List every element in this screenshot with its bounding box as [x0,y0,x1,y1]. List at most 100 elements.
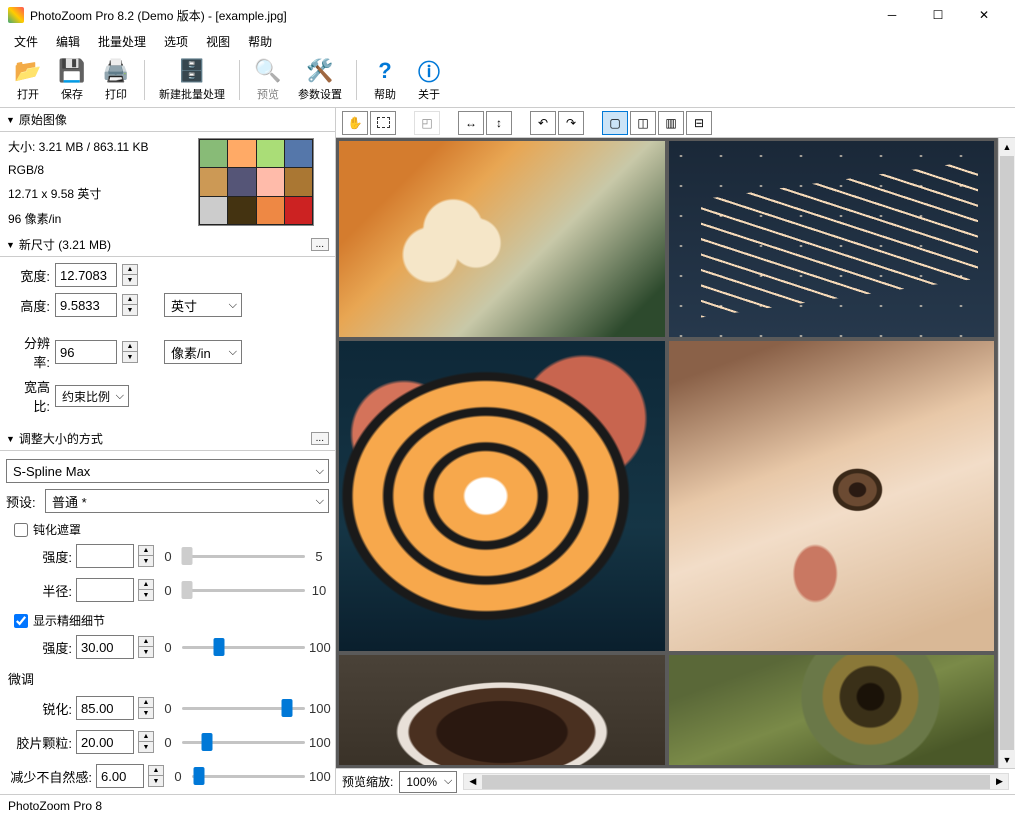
options-button[interactable]: ... [311,238,329,251]
menu-help[interactable]: 帮助 [240,31,280,52]
preview-button[interactable]: 🔍预览 [248,55,288,104]
view-split-h-button[interactable]: ▥ [658,111,684,135]
detail-intensity-label: 强度: [10,638,72,657]
unsharp-checkbox[interactable] [14,523,28,537]
height-spinner[interactable]: ▲▼ [122,294,138,316]
scroll-thumb[interactable] [1000,156,1014,750]
unsharp-radius-slider[interactable] [182,581,305,599]
detail-intensity-slider[interactable] [182,638,305,656]
menu-view[interactable]: 视图 [198,31,238,52]
params-button[interactable]: 🛠️参数设置 [292,55,348,104]
info-icon: ⓘ [415,57,443,85]
spinner[interactable]: ▲▼ [138,697,154,719]
aspect-combo[interactable]: 约束比例 [55,385,129,407]
thumbnail[interactable] [198,138,314,226]
original-size: 大小: 3.21 MB / 863.11 KB [8,138,198,155]
view-quad-button[interactable]: ⊟ [686,111,712,135]
grain-label: 胶片颗粒: [10,733,72,752]
width-spinner[interactable]: ▲▼ [122,264,138,286]
help-button[interactable]: ?帮助 [365,55,405,104]
window-title: PhotoZoom Pro 8.2 (Demo 版本) - [example.j… [30,7,869,24]
unsharp-intensity-slider[interactable] [182,547,305,565]
about-button[interactable]: ⓘ关于 [409,55,449,104]
fine-detail-checkbox[interactable] [14,614,28,628]
flip-v-icon: ↕ [496,116,502,130]
titlebar: PhotoZoom Pro 8.2 (Demo 版本) - [example.j… [0,0,1015,30]
close-button[interactable]: ✕ [961,0,1007,30]
scroll-right-icon[interactable]: ▶ [991,776,1008,787]
flip-h-button[interactable]: ↔ [458,111,484,135]
content: ▼ 原始图像 大小: 3.21 MB / 863.11 KB RGB/8 12.… [0,108,1015,794]
save-button[interactable]: 💾保存 [52,55,92,104]
chevron-down-icon: ▼ [6,115,15,125]
resolution-unit-combo[interactable]: 像素/in [164,340,242,364]
scroll-up-icon[interactable]: ▲ [999,138,1015,155]
grain-input[interactable] [76,730,134,754]
section-resize-header[interactable]: ▼ 调整大小的方式 ... [0,427,335,451]
hand-tool-button[interactable]: ✋ [342,111,368,135]
view-split-v-button[interactable]: ◫ [630,111,656,135]
zoom-combo[interactable]: 100% [399,771,457,793]
spinner[interactable]: ▲▼ [138,579,154,601]
app-icon [8,7,24,23]
spinner[interactable]: ▲▼ [148,765,164,787]
menu-batch[interactable]: 批量处理 [90,31,154,52]
rotate-right-button[interactable]: ↷ [558,111,584,135]
rotate-left-button[interactable]: ↶ [530,111,556,135]
newsize-body: 宽度: ▲▼ 高度: ▲▼ 英寸 分辨率: ▲▼ 像素/in 宽高比: [0,257,335,427]
new-batch-button[interactable]: 🗄️新建批量处理 [153,55,231,104]
unsharp-label: 钝化遮罩 [33,521,81,538]
artifact-slider[interactable] [192,767,305,785]
scroll-thumb[interactable] [482,775,990,789]
section-original-header[interactable]: ▼ 原始图像 [0,108,335,132]
print-button[interactable]: 🖨️打印 [96,55,136,104]
scroll-left-icon[interactable]: ◀ [464,776,481,787]
maximize-button[interactable]: ☐ [915,0,961,30]
artifact-input[interactable] [96,764,144,788]
view-single-button[interactable]: ▢ [602,111,628,135]
single-view-icon: ▢ [609,116,620,130]
flip-v-button[interactable]: ↕ [486,111,512,135]
canvas[interactable]: ▲ ▼ [336,138,1015,768]
preset-combo[interactable]: 普通 * [45,489,329,513]
image-toolbar: ✋ ◰ ↔ ↕ ↶ ↷ ▢ ◫ ▥ ⊟ [336,108,1015,138]
spinner[interactable]: ▲▼ [138,731,154,753]
height-input[interactable] [55,293,117,317]
options-button[interactable]: ... [311,432,329,445]
width-input[interactable] [55,263,117,287]
open-button[interactable]: 📂打开 [8,55,48,104]
sharpen-slider[interactable] [182,699,305,717]
unsharp-radius-input[interactable] [76,578,134,602]
menu-edit[interactable]: 编辑 [48,31,88,52]
spinner[interactable]: ▲▼ [138,636,154,658]
unsharp-intensity-input[interactable] [76,544,134,568]
original-dpi: 96 像素/in [8,210,198,227]
flip-h-icon: ↔ [465,116,477,130]
sharpen-input[interactable] [76,696,134,720]
preview-tile [669,655,995,765]
resolution-spinner[interactable]: ▲▼ [122,341,138,363]
vertical-scrollbar[interactable]: ▲ ▼ [998,138,1015,768]
detail-intensity-input[interactable] [76,635,134,659]
spinner[interactable]: ▲▼ [138,545,154,567]
width-label: 宽度: [8,266,50,285]
statusbar: PhotoZoom Pro 8 [0,794,1015,816]
original-info: 大小: 3.21 MB / 863.11 KB RGB/8 12.71 x 9.… [0,132,335,233]
crop-button[interactable]: ◰ [414,111,440,135]
section-newsize-header[interactable]: ▼ 新尺寸 (3.21 MB) ... [0,233,335,257]
grain-slider[interactable] [182,733,305,751]
minimize-button[interactable]: ─ [869,0,915,30]
menu-options[interactable]: 选项 [156,31,196,52]
horizontal-scrollbar[interactable]: ◀ ▶ [463,773,1009,790]
height-label: 高度: [8,296,50,315]
menu-file[interactable]: 文件 [6,31,46,52]
method-combo[interactable]: S-Spline Max [6,459,329,483]
unit-combo[interactable]: 英寸 [164,293,242,317]
split-h-icon: ▥ [665,116,676,130]
marquee-tool-button[interactable] [370,111,396,135]
hand-icon: ✋ [348,116,363,130]
preset-label: 预设: [6,492,40,511]
scroll-down-icon[interactable]: ▼ [999,751,1015,768]
resolution-label: 分辨率: [8,333,50,371]
resolution-input[interactable] [55,340,117,364]
